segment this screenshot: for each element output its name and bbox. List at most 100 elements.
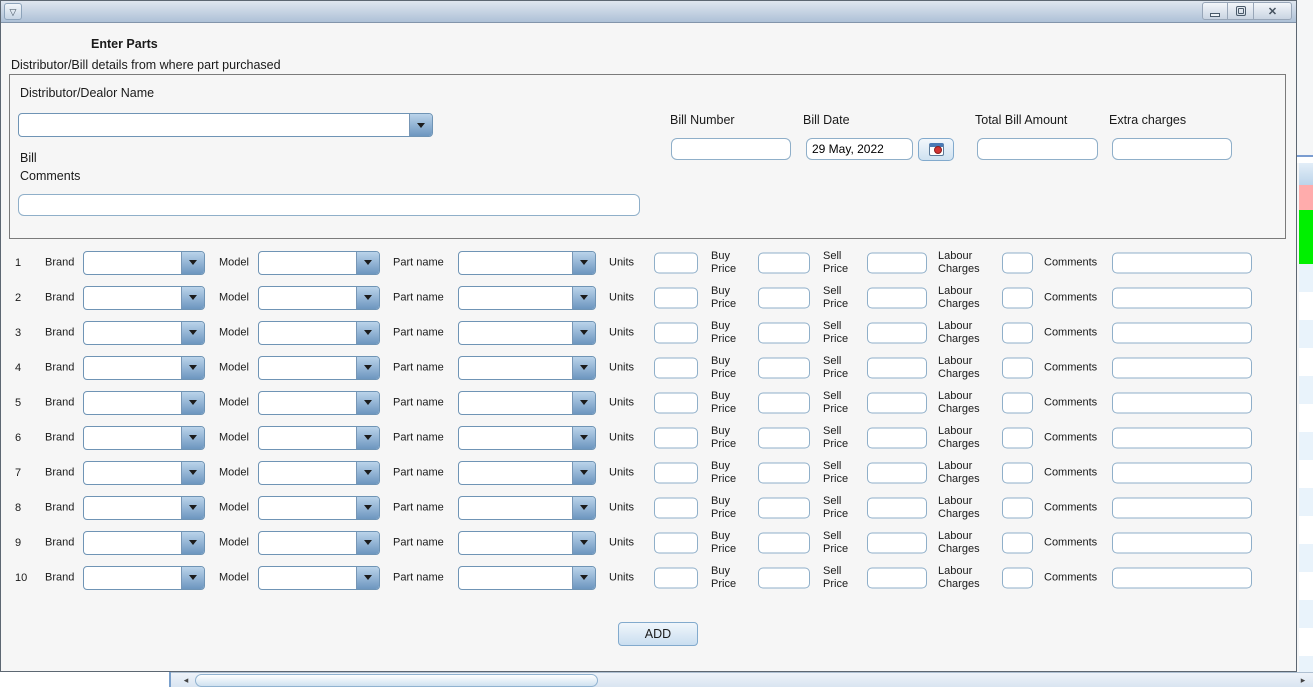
brand-dropdown[interactable] [83, 566, 205, 590]
sell-price-input[interactable] [867, 462, 927, 483]
units-input[interactable] [654, 462, 698, 483]
comments-input[interactable] [1112, 322, 1252, 343]
comments-input[interactable] [1112, 392, 1252, 413]
part-name-label: Part name [393, 256, 444, 269]
bill-date-input[interactable] [806, 138, 913, 160]
buy-price-input[interactable] [758, 287, 810, 308]
minimize-button[interactable] [1202, 2, 1228, 20]
brand-dropdown[interactable] [83, 251, 205, 275]
comments-input[interactable] [1112, 497, 1252, 518]
labour-charges-input[interactable] [1002, 497, 1033, 518]
sell-price-input[interactable] [867, 427, 927, 448]
part-name-dropdown[interactable] [458, 566, 596, 590]
comments-input[interactable] [1112, 252, 1252, 273]
units-input[interactable] [654, 497, 698, 518]
buy-price-input[interactable] [758, 392, 810, 413]
buy-price-input[interactable] [758, 252, 810, 273]
labour-charges-input[interactable] [1002, 357, 1033, 378]
labour-charges-input[interactable] [1002, 532, 1033, 553]
part-name-dropdown[interactable] [458, 321, 596, 345]
sell-price-input[interactable] [867, 567, 927, 588]
model-dropdown[interactable] [258, 391, 380, 415]
window-menu-icon[interactable]: ▽ [4, 3, 22, 20]
chevron-down-icon [572, 567, 595, 589]
units-input[interactable] [654, 357, 698, 378]
part-name-dropdown[interactable] [458, 496, 596, 520]
brand-dropdown[interactable] [83, 286, 205, 310]
scroll-left-icon[interactable]: ◂ [179, 675, 193, 686]
model-dropdown[interactable] [258, 251, 380, 275]
part-name-dropdown[interactable] [458, 531, 596, 555]
model-dropdown[interactable] [258, 286, 380, 310]
extra-charges-input[interactable] [1112, 138, 1232, 160]
part-name-dropdown[interactable] [458, 426, 596, 450]
units-input[interactable] [654, 427, 698, 448]
labour-charges-input[interactable] [1002, 462, 1033, 483]
total-bill-amount-input[interactable] [977, 138, 1098, 160]
labour-charges-input[interactable] [1002, 322, 1033, 343]
comments-input[interactable] [1112, 287, 1252, 308]
bill-number-input[interactable] [671, 138, 791, 160]
units-input[interactable] [654, 567, 698, 588]
sell-price-input[interactable] [867, 357, 927, 378]
units-input[interactable] [654, 287, 698, 308]
brand-dropdown[interactable] [83, 321, 205, 345]
comments-input[interactable] [1112, 357, 1252, 378]
model-dropdown[interactable] [258, 531, 380, 555]
comments-input[interactable] [1112, 462, 1252, 483]
brand-dropdown[interactable] [83, 356, 205, 380]
chevron-down-icon [181, 567, 204, 589]
buy-price-input[interactable] [758, 532, 810, 553]
model-dropdown[interactable] [258, 566, 380, 590]
labour-charges-input[interactable] [1002, 392, 1033, 413]
sell-price-input[interactable] [867, 322, 927, 343]
part-name-dropdown[interactable] [458, 251, 596, 275]
model-dropdown[interactable] [258, 496, 380, 520]
units-input[interactable] [654, 322, 698, 343]
labour-charges-input[interactable] [1002, 567, 1033, 588]
distributor-name-dropdown[interactable] [18, 113, 433, 137]
close-button[interactable]: ✕ [1254, 2, 1292, 20]
model-dropdown[interactable] [258, 321, 380, 345]
units-input[interactable] [654, 392, 698, 413]
part-name-dropdown[interactable] [458, 356, 596, 380]
sell-price-input[interactable] [867, 252, 927, 273]
model-dropdown[interactable] [258, 356, 380, 380]
bill-comments-input[interactable] [18, 194, 640, 216]
buy-price-input[interactable] [758, 322, 810, 343]
labour-charges-input[interactable] [1002, 252, 1033, 273]
part-name-dropdown[interactable] [458, 461, 596, 485]
model-dropdown[interactable] [258, 426, 380, 450]
calendar-picker-button[interactable] [918, 138, 954, 161]
sell-price-input[interactable] [867, 287, 927, 308]
sell-price-input[interactable] [867, 392, 927, 413]
buy-price-input[interactable] [758, 462, 810, 483]
add-button[interactable]: ADD [618, 622, 698, 646]
comments-input[interactable] [1112, 427, 1252, 448]
brand-dropdown[interactable] [83, 391, 205, 415]
sell-price-input[interactable] [867, 532, 927, 553]
sell-price-input[interactable] [867, 497, 927, 518]
comments-input[interactable] [1112, 532, 1252, 553]
window-titlebar[interactable]: ▽ ✕ [1, 1, 1296, 23]
brand-dropdown[interactable] [83, 461, 205, 485]
part-name-dropdown[interactable] [458, 391, 596, 415]
horizontal-scrollbar-thumb[interactable] [195, 674, 598, 687]
scroll-right-icon[interactable]: ▸ [1296, 675, 1310, 686]
maximize-button[interactable] [1228, 2, 1254, 20]
buy-price-input[interactable] [758, 427, 810, 448]
units-input[interactable] [654, 532, 698, 553]
model-dropdown[interactable] [258, 461, 380, 485]
buy-price-input[interactable] [758, 357, 810, 378]
buy-price-input[interactable] [758, 567, 810, 588]
buy-price-input[interactable] [758, 497, 810, 518]
labour-charges-input[interactable] [1002, 287, 1033, 308]
brand-dropdown[interactable] [83, 426, 205, 450]
units-input[interactable] [654, 252, 698, 273]
comments-input[interactable] [1112, 567, 1252, 588]
brand-dropdown[interactable] [83, 496, 205, 520]
labour-charges-input[interactable] [1002, 427, 1033, 448]
brand-dropdown[interactable] [83, 531, 205, 555]
part-name-dropdown[interactable] [458, 286, 596, 310]
horizontal-scrollbar[interactable]: ◂ ▸ [171, 672, 1313, 687]
